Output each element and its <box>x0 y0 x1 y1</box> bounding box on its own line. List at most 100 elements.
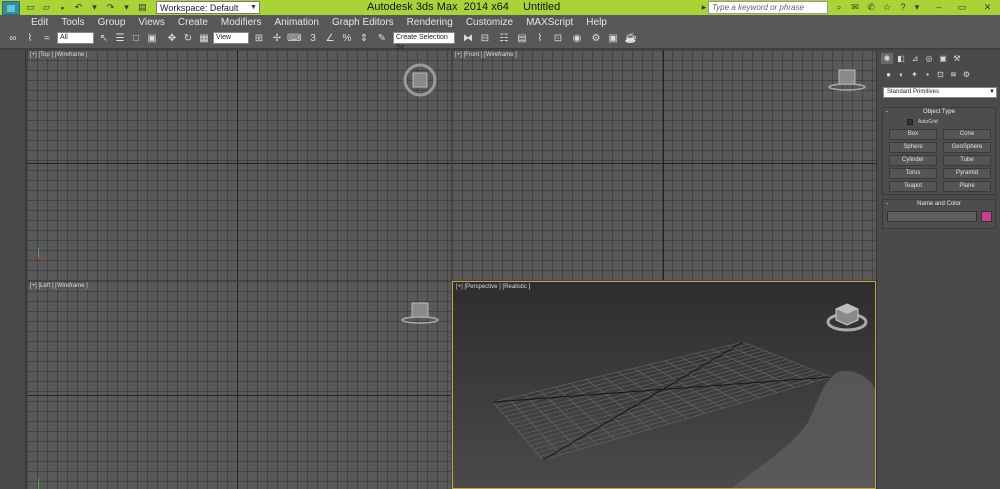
redo-icon[interactable]: ↷ <box>104 2 117 14</box>
menu-create[interactable]: Create <box>178 17 208 28</box>
curve-editor-icon[interactable]: ⌇ <box>533 32 547 46</box>
select-and-move-icon[interactable]: ✥ <box>165 32 179 46</box>
reference-coordinate-dropdown[interactable]: View <box>213 32 249 44</box>
viewport-front-label[interactable]: [+] [Front ] [Wireframe ] <box>455 52 517 58</box>
schematic-view-icon[interactable]: ⊡ <box>551 32 565 46</box>
autogrid-checkbox[interactable]: AutoGrid <box>907 119 938 125</box>
menu-edit[interactable]: Edit <box>31 17 48 28</box>
application-menu-icon[interactable] <box>2 0 20 15</box>
keyboard-shortcut-override-icon[interactable]: ⌨ <box>287 32 301 46</box>
object-color-swatch[interactable] <box>981 211 992 222</box>
menu-customize[interactable]: Customize <box>466 17 513 28</box>
menu-tools[interactable]: Tools <box>61 17 84 28</box>
viewcube-icon[interactable] <box>825 300 875 334</box>
maximize-button[interactable]: ▭ <box>952 0 972 14</box>
viewport-left[interactable]: [+] [Left ] [Wireframe ] <box>27 281 451 489</box>
geometry-icon[interactable]: ● <box>884 70 893 79</box>
menu-rendering[interactable]: Rendering <box>407 17 453 28</box>
workspace-selector[interactable]: Workspace: Default ▼ <box>156 1 260 14</box>
tube-button[interactable]: Tube <box>943 155 991 166</box>
menu-maxscript[interactable]: MAXScript <box>526 17 573 28</box>
menu-modifiers[interactable]: Modifiers <box>221 17 262 28</box>
object-name-input[interactable] <box>887 211 977 222</box>
undo-icon[interactable]: ↶ <box>72 2 85 14</box>
menu-graph-editors[interactable]: Graph Editors <box>332 17 394 28</box>
select-and-manipulate-icon[interactable]: ✢ <box>270 32 284 46</box>
pyramid-button[interactable]: Pyramid <box>943 168 991 179</box>
render-production-icon[interactable]: ☕ <box>624 32 638 46</box>
rectangular-selection-icon[interactable]: □ <box>129 32 143 46</box>
cone-button[interactable]: Cone <box>943 129 991 140</box>
help-icon[interactable]: ? <box>896 1 910 14</box>
viewcube-icon[interactable] <box>402 62 438 98</box>
modify-tab-icon[interactable]: ◧ <box>895 53 907 64</box>
hierarchy-tab-icon[interactable]: ⊿ <box>909 53 921 64</box>
select-object-icon[interactable]: ↖ <box>97 32 111 46</box>
plane-button[interactable]: Plane <box>943 181 991 192</box>
viewport-left-label[interactable]: [+] [Left ] [Wireframe ] <box>30 283 88 289</box>
object-type-header[interactable]: - Object Type <box>883 108 995 117</box>
search-input[interactable]: Type a keyword or phrase <box>708 1 828 14</box>
display-tab-icon[interactable]: ▣ <box>937 53 949 64</box>
mirror-icon[interactable]: ⧓ <box>461 32 475 46</box>
redo-dropdown-icon[interactable]: ▾ <box>120 2 133 14</box>
viewport-perspective[interactable]: [+] [Perspective ] [Realistic ] <box>452 281 876 489</box>
snaps-toggle-icon[interactable]: 3 <box>306 32 320 46</box>
percent-snap-icon[interactable]: % <box>340 32 354 46</box>
open-file-icon[interactable]: ▱ <box>40 2 53 14</box>
graphite-ribbon-icon[interactable]: ▤ <box>515 32 529 46</box>
rendered-frame-window-icon[interactable]: ▣ <box>606 32 620 46</box>
help-dropdown-icon[interactable]: ▾ <box>910 1 924 14</box>
shapes-icon[interactable]: ◐ <box>897 70 906 79</box>
viewport-top-label[interactable]: [+] [Top ] [Wireframe ] <box>30 52 88 58</box>
sphere-button[interactable]: Sphere <box>889 142 937 153</box>
lights-icon[interactable]: ✦ <box>910 70 919 79</box>
primitive-type-dropdown[interactable]: Standard Primitives ▼ <box>883 87 997 98</box>
angle-snap-icon[interactable]: ∠ <box>323 32 337 46</box>
space-warps-icon[interactable]: ≋ <box>949 70 958 79</box>
layer-manager-icon[interactable]: ☷ <box>497 32 511 46</box>
select-and-scale-icon[interactable]: ▦ <box>197 32 211 46</box>
minimize-button[interactable]: – <box>929 0 949 14</box>
select-by-name-icon[interactable]: ☰ <box>113 32 127 46</box>
material-editor-icon[interactable]: ◉ <box>570 32 584 46</box>
cylinder-button[interactable]: Cylinder <box>889 155 937 166</box>
menu-help[interactable]: Help <box>586 17 607 28</box>
selection-filter-dropdown[interactable]: All <box>57 32 94 44</box>
search-icon[interactable]: ⌕ <box>832 1 846 14</box>
render-setup-icon[interactable]: ⚙ <box>589 32 603 46</box>
name-and-color-header[interactable]: - Name and Color <box>883 200 995 209</box>
communication-center-icon[interactable]: ✆ <box>864 1 878 14</box>
viewcube-icon[interactable] <box>400 301 440 325</box>
window-crossing-icon[interactable]: ▣ <box>145 32 159 46</box>
helpers-icon[interactable]: ⊡ <box>936 70 945 79</box>
menu-views[interactable]: Views <box>138 17 165 28</box>
favorites-icon[interactable]: ☆ <box>880 1 894 14</box>
undo-dropdown-icon[interactable]: ▾ <box>88 2 101 14</box>
project-folder-icon[interactable]: ▤ <box>136 2 149 14</box>
geosphere-button[interactable]: GeoSphere <box>943 142 991 153</box>
viewport-perspective-label[interactable]: [+] [Perspective ] [Realistic ] <box>456 284 530 290</box>
save-file-icon[interactable]: ▪ <box>56 2 69 14</box>
torus-button[interactable]: Torus <box>889 168 937 179</box>
menu-animation[interactable]: Animation <box>274 17 318 28</box>
new-file-icon[interactable]: ▭ <box>24 2 37 14</box>
align-icon[interactable]: ⊟ <box>478 32 492 46</box>
pivot-center-icon[interactable]: ⊞ <box>252 32 266 46</box>
cameras-icon[interactable]: ▪ <box>923 70 932 79</box>
viewcube-icon[interactable] <box>827 66 867 94</box>
select-and-rotate-icon[interactable]: ↻ <box>181 32 195 46</box>
create-tab-icon[interactable]: ✺ <box>881 53 893 64</box>
menu-group[interactable]: Group <box>98 17 126 28</box>
box-button[interactable]: Box <box>889 129 937 140</box>
select-and-link-icon[interactable]: ∞ <box>6 32 20 46</box>
motion-tab-icon[interactable]: ◎ <box>923 53 935 64</box>
close-button[interactable]: ✕ <box>975 0 1000 14</box>
viewport-top[interactable]: [+] [Top ] [Wireframe ] <box>27 50 451 280</box>
teapot-button[interactable]: Teapot <box>889 181 937 192</box>
spinner-snap-icon[interactable]: ⇕ <box>357 32 371 46</box>
viewport-front[interactable]: [+] [Front ] [Wireframe ] <box>452 50 876 280</box>
unlink-icon[interactable]: ⌇ <box>23 32 37 46</box>
subscription-icon[interactable]: ✉ <box>848 1 862 14</box>
named-selection-set-dropdown[interactable]: Create Selection Se <box>393 32 455 51</box>
